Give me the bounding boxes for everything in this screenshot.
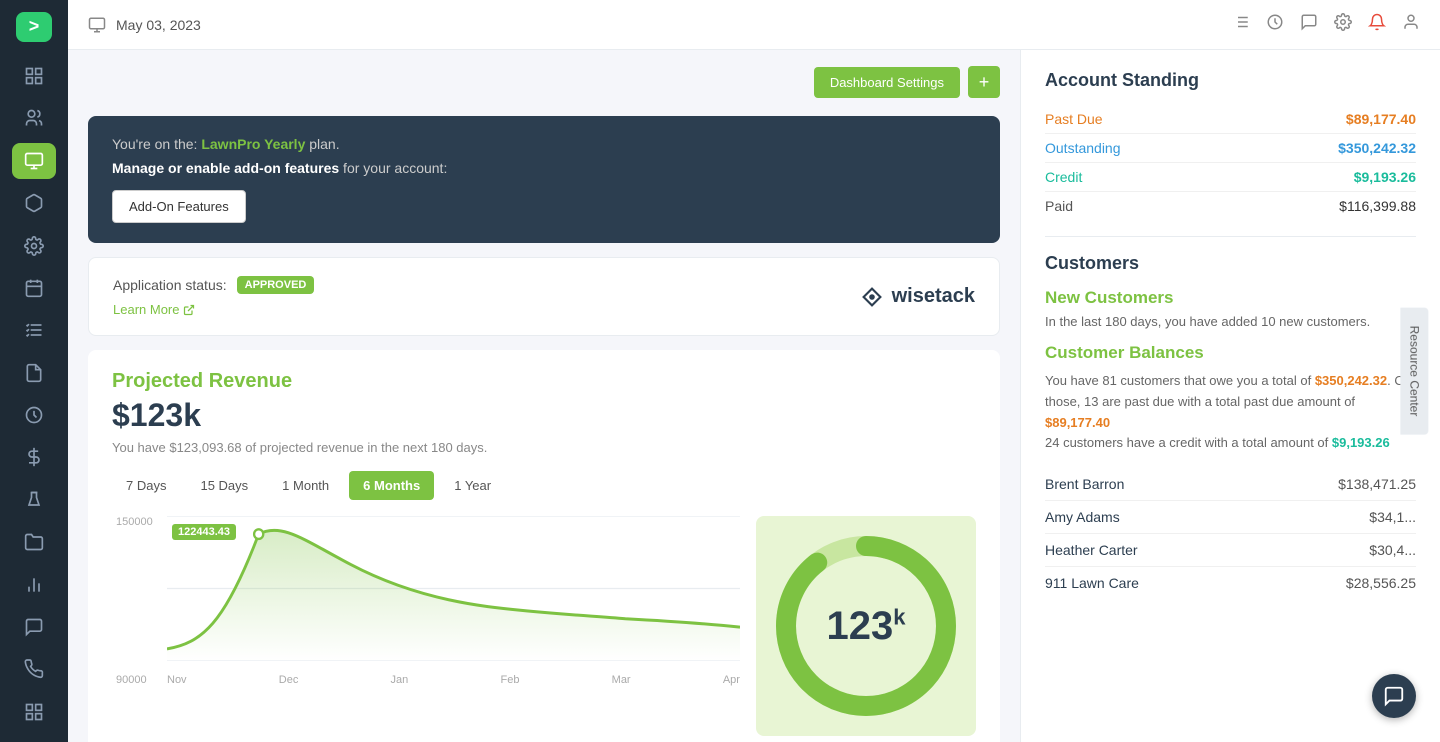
- chat-button[interactable]: [1372, 674, 1416, 718]
- list-icon[interactable]: [1232, 13, 1250, 36]
- revenue-section: Projected Revenue $123k You have $123,09…: [88, 350, 1000, 742]
- account-standing-section: Account Standing Past Due $89,177.40 Out…: [1045, 70, 1416, 220]
- new-customers-desc: In the last 180 days, you have added 10 …: [1045, 314, 1416, 329]
- filter-15days[interactable]: 15 Days: [186, 471, 262, 500]
- sidebar-item-packages[interactable]: [12, 185, 56, 221]
- sidebar-item-monitor[interactable]: [12, 143, 56, 179]
- customer-balances-title: Customer Balances: [1045, 343, 1416, 363]
- content-area: Dashboard Settings + You're on the: Lawn…: [68, 50, 1440, 742]
- standing-row-past-due: Past Due $89,177.40: [1045, 105, 1416, 134]
- filter-1year[interactable]: 1 Year: [440, 471, 505, 500]
- manage-text: Manage or enable add-on features for you…: [112, 160, 976, 176]
- chart-y-labels: 150000 90000: [112, 516, 157, 686]
- plan-text: You're on the: LawnPro Yearly plan.: [112, 136, 976, 152]
- revenue-description: You have $123,093.68 of projected revenu…: [112, 440, 976, 455]
- status-row: Application status: Approved: [113, 276, 314, 294]
- credit-label: Credit: [1045, 169, 1082, 185]
- approved-badge: Approved: [237, 276, 315, 294]
- topbar-date: May 03, 2023: [116, 17, 201, 33]
- topbar-left: May 03, 2023: [88, 16, 201, 34]
- time-filter-bar: 7 Days 15 Days 1 Month 6 Months 1 Year: [112, 471, 976, 500]
- status-label: Application status:: [113, 277, 227, 293]
- settings-icon[interactable]: [1334, 13, 1352, 36]
- addon-features-button[interactable]: Add-On Features: [112, 190, 246, 223]
- sidebar-item-flask[interactable]: [12, 482, 56, 518]
- sidebar-item-gear[interactable]: [12, 227, 56, 263]
- chart-x-labels: Nov Dec Jan Feb Mar Apr: [167, 674, 740, 686]
- standing-row-paid: Paid $116,399.88: [1045, 192, 1416, 220]
- donut-value: 123k: [827, 604, 906, 649]
- topbar: May 03, 2023: [68, 0, 1440, 50]
- filter-6months[interactable]: 6 Months: [349, 471, 434, 500]
- sidebar-item-tasks[interactable]: [12, 312, 56, 348]
- chart-tooltip: 122443.43: [172, 524, 236, 540]
- sidebar-item-charts[interactable]: [12, 566, 56, 602]
- sidebar-item-phone[interactable]: [12, 651, 56, 687]
- topbar-icons: [1232, 13, 1420, 36]
- line-chart-svg: [167, 516, 740, 661]
- paid-label: Paid: [1045, 198, 1073, 214]
- divider-1: [1045, 236, 1416, 237]
- sidebar-item-billing[interactable]: [12, 439, 56, 475]
- standing-row-credit: Credit $9,193.26: [1045, 163, 1416, 192]
- past-due-label: Past Due: [1045, 111, 1103, 127]
- sidebar: >: [0, 0, 68, 742]
- account-standing-title: Account Standing: [1045, 70, 1416, 91]
- main-container: May 03, 2023: [68, 0, 1440, 742]
- standing-row-outstanding: Outstanding $350,242.32: [1045, 134, 1416, 163]
- notification-icon[interactable]: [1368, 13, 1386, 36]
- sidebar-item-docs[interactable]: [12, 355, 56, 391]
- customer-row-2: Heather Carter $30,4...: [1045, 534, 1416, 567]
- outstanding-label: Outstanding: [1045, 140, 1121, 156]
- past-due-value: $89,177.40: [1346, 111, 1416, 127]
- wisetack-icon: [858, 283, 886, 311]
- sidebar-item-clock[interactable]: [12, 397, 56, 433]
- filter-1month[interactable]: 1 Month: [268, 471, 343, 500]
- app-status-banner: Application status: Approved Learn More …: [88, 257, 1000, 336]
- right-panel: Account Standing Past Due $89,177.40 Out…: [1020, 50, 1440, 742]
- wisetack-logo: wisetack: [858, 283, 975, 311]
- monitor-icon: [88, 16, 106, 34]
- customer-row-0: Brent Barron $138,471.25: [1045, 468, 1416, 501]
- new-customers-title: New Customers: [1045, 288, 1416, 308]
- sidebar-item-contacts[interactable]: [12, 100, 56, 136]
- app-status-left: Application status: Approved Learn More: [113, 276, 314, 317]
- revenue-amount: $123k: [112, 397, 976, 434]
- customers-section: Customers New Customers In the last 180 …: [1045, 253, 1416, 599]
- clock-icon[interactable]: [1266, 13, 1284, 36]
- learn-more-link[interactable]: Learn More: [113, 302, 314, 317]
- donut-chart: 123k: [756, 516, 976, 736]
- customer-row-1: Amy Adams $34,1...: [1045, 501, 1416, 534]
- filter-7days[interactable]: 7 Days: [112, 471, 180, 500]
- credit-value: $9,193.26: [1354, 169, 1416, 185]
- plan-banner: You're on the: LawnPro Yearly plan. Mana…: [88, 116, 1000, 243]
- sidebar-logo[interactable]: >: [16, 12, 52, 42]
- external-link-icon: [183, 304, 195, 316]
- sidebar-item-dashboard[interactable]: [12, 58, 56, 94]
- chat-icon: [1383, 685, 1405, 707]
- revenue-title: Projected Revenue: [112, 370, 976, 393]
- sidebar-item-files[interactable]: [12, 524, 56, 560]
- resource-center-button[interactable]: Resource Center: [1401, 308, 1429, 435]
- sidebar-item-calendar[interactable]: [12, 270, 56, 306]
- message-icon[interactable]: [1300, 13, 1318, 36]
- revenue-chart-area: 150000 90000: [112, 516, 976, 736]
- customer-row-3: 911 Lawn Care $28,556.25: [1045, 567, 1416, 599]
- dashboard-settings-button[interactable]: Dashboard Settings: [814, 67, 960, 98]
- user-icon[interactable]: [1402, 13, 1420, 36]
- dashboard-settings-bar: Dashboard Settings +: [88, 66, 1000, 98]
- sidebar-item-messages[interactable]: [12, 609, 56, 645]
- main-panel: Dashboard Settings + You're on the: Lawn…: [68, 50, 1020, 742]
- revenue-chart: 150000 90000: [112, 516, 740, 686]
- plan-name: LawnPro Yearly: [201, 136, 305, 152]
- sidebar-item-more[interactable]: [12, 694, 56, 730]
- add-widget-button[interactable]: +: [968, 66, 1000, 98]
- resource-center-tab[interactable]: Resource Center: [1401, 308, 1429, 435]
- outstanding-value: $350,242.32: [1338, 140, 1416, 156]
- customers-title: Customers: [1045, 253, 1416, 274]
- paid-value: $116,399.88: [1339, 198, 1416, 214]
- customer-balance-text: You have 81 customers that owe you a tot…: [1045, 371, 1416, 454]
